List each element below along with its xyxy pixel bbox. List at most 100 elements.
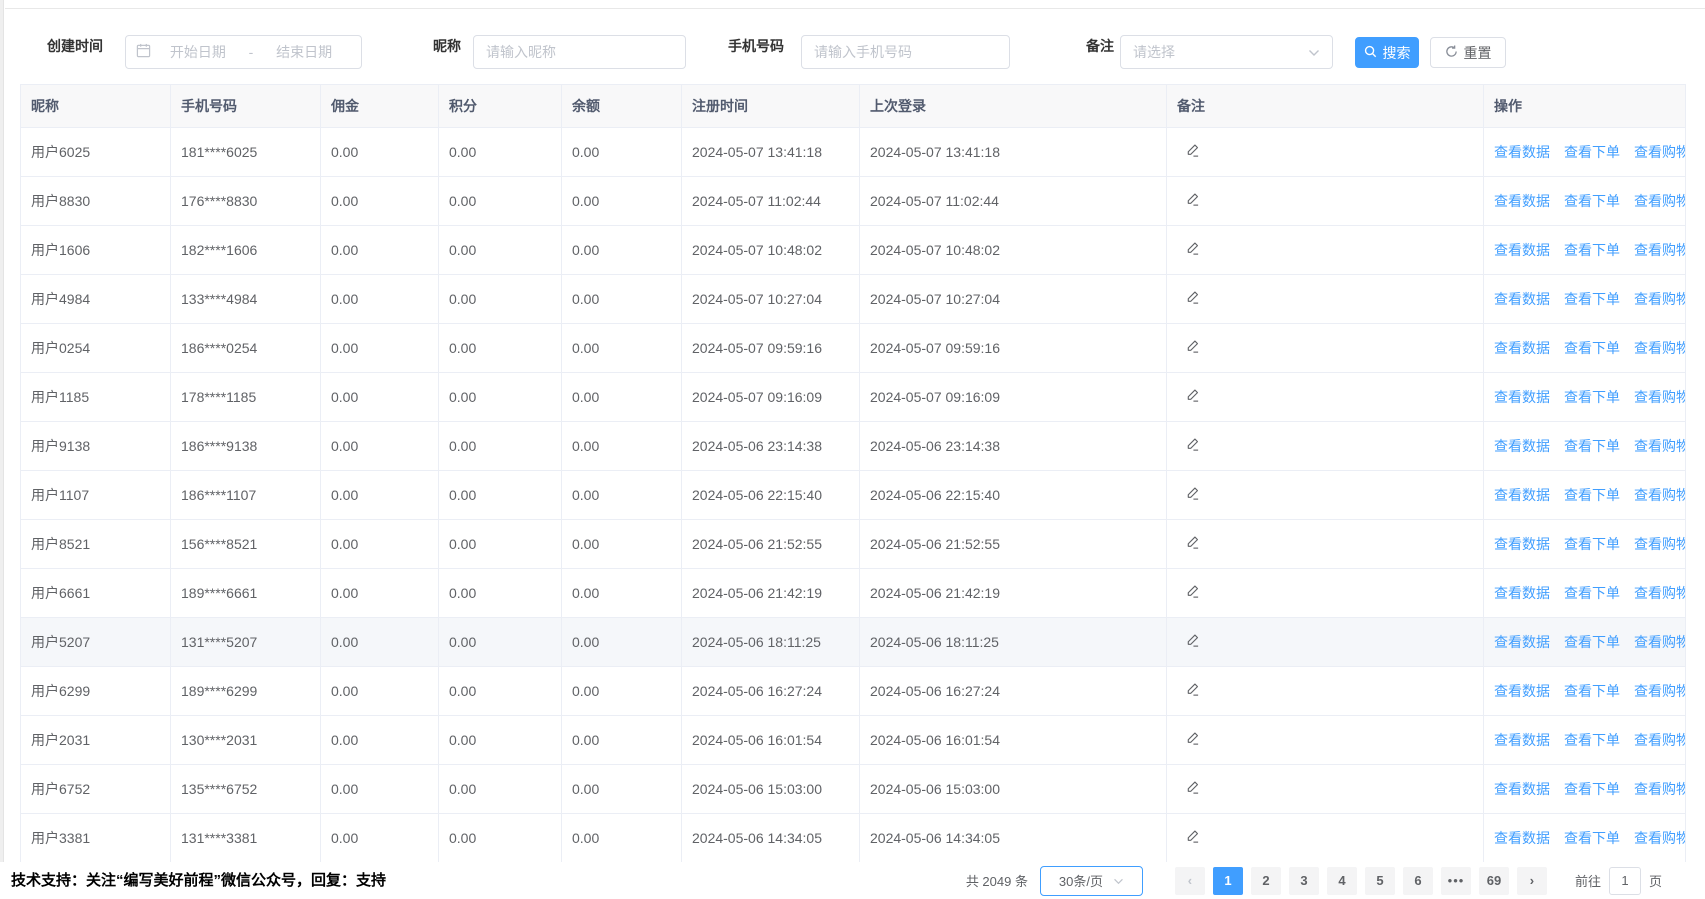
view-orders-link[interactable]: 查看下单 [1564, 781, 1620, 797]
view-orders-link[interactable]: 查看下单 [1564, 732, 1620, 748]
cell-last-login: 2024-05-06 22:15:40 [860, 471, 1167, 520]
nickname-input[interactable] [474, 36, 685, 68]
view-cart-link[interactable]: 查看购物车 [1634, 683, 1686, 699]
view-data-link[interactable]: 查看数据 [1494, 389, 1550, 405]
cell-phone: 135****6752 [171, 765, 321, 814]
view-cart-link[interactable]: 查看购物车 [1634, 536, 1686, 552]
page-number-button[interactable]: 6 [1403, 867, 1433, 895]
view-data-link[interactable]: 查看数据 [1494, 340, 1550, 356]
page-size-select[interactable]: 30条/页 [1040, 866, 1143, 896]
view-cart-link[interactable]: 查看购物车 [1634, 487, 1686, 503]
view-data-link[interactable]: 查看数据 [1494, 830, 1550, 846]
page-number-button[interactable]: 1 [1213, 867, 1243, 895]
view-cart-link[interactable]: 查看购物车 [1634, 830, 1686, 846]
edit-remark-pencil-icon[interactable] [1185, 682, 1200, 700]
goto-page-input[interactable] [1609, 867, 1641, 895]
view-data-link[interactable]: 查看数据 [1494, 634, 1550, 650]
cell-register-time: 2024-05-06 22:15:40 [682, 471, 860, 520]
view-orders-link[interactable]: 查看下单 [1564, 389, 1620, 405]
page-number-button[interactable]: 3 [1289, 867, 1319, 895]
goto-label: 前往 [1575, 871, 1601, 890]
view-cart-link[interactable]: 查看购物车 [1634, 585, 1686, 601]
page-number-button[interactable]: 5 [1365, 867, 1395, 895]
view-orders-link[interactable]: 查看下单 [1564, 830, 1620, 846]
edit-remark-pencil-icon[interactable] [1185, 584, 1200, 602]
view-data-link[interactable]: 查看数据 [1494, 732, 1550, 748]
table-row: 用户8521 156****8521 0.00 0.00 0.00 2024-0… [21, 520, 1686, 569]
start-date-placeholder[interactable]: 开始日期 [151, 42, 245, 62]
view-orders-link[interactable]: 查看下单 [1564, 193, 1620, 209]
view-data-link[interactable]: 查看数据 [1494, 536, 1550, 552]
view-data-link[interactable]: 查看数据 [1494, 683, 1550, 699]
view-data-link[interactable]: 查看数据 [1494, 291, 1550, 307]
create-time-range-picker[interactable]: 开始日期 - 结束日期 [125, 35, 362, 69]
view-data-link[interactable]: 查看数据 [1494, 781, 1550, 797]
edit-remark-pencil-icon[interactable] [1185, 143, 1200, 161]
view-orders-link[interactable]: 查看下单 [1564, 585, 1620, 601]
view-orders-link[interactable]: 查看下单 [1564, 487, 1620, 503]
search-button[interactable]: 搜索 [1355, 37, 1419, 68]
cell-balance: 0.00 [562, 618, 682, 667]
view-orders-link[interactable]: 查看下单 [1564, 242, 1620, 258]
end-date-placeholder[interactable]: 结束日期 [257, 42, 351, 62]
create-time-label: 创建时间 [47, 8, 103, 84]
table-row: 用户1606 182****1606 0.00 0.00 0.00 2024-0… [21, 226, 1686, 275]
edit-remark-pencil-icon[interactable] [1185, 780, 1200, 798]
view-data-link[interactable]: 查看数据 [1494, 193, 1550, 209]
reset-button[interactable]: 重置 [1430, 37, 1506, 68]
view-cart-link[interactable]: 查看购物车 [1634, 193, 1686, 209]
user-table-body: 用户6025 181****6025 0.00 0.00 0.00 2024-0… [21, 128, 1686, 863]
remark-select[interactable]: 请选择 [1120, 35, 1333, 69]
view-cart-link[interactable]: 查看购物车 [1634, 291, 1686, 307]
view-orders-link[interactable]: 查看下单 [1564, 683, 1620, 699]
view-cart-link[interactable]: 查看购物车 [1634, 781, 1686, 797]
cell-nickname: 用户6752 [21, 765, 171, 814]
edit-remark-pencil-icon[interactable] [1185, 241, 1200, 259]
calendar-icon [136, 43, 151, 61]
cell-points: 0.00 [439, 128, 562, 177]
cell-remark [1167, 716, 1484, 765]
cell-last-login: 2024-05-06 18:11:25 [860, 618, 1167, 667]
edit-remark-pencil-icon[interactable] [1185, 437, 1200, 455]
view-cart-link[interactable]: 查看购物车 [1634, 389, 1686, 405]
edit-remark-pencil-icon[interactable] [1185, 290, 1200, 308]
view-orders-link[interactable]: 查看下单 [1564, 438, 1620, 454]
view-cart-link[interactable]: 查看购物车 [1634, 438, 1686, 454]
view-orders-link[interactable]: 查看下单 [1564, 291, 1620, 307]
view-orders-link[interactable]: 查看下单 [1564, 144, 1620, 160]
view-data-link[interactable]: 查看数据 [1494, 585, 1550, 601]
edit-remark-pencil-icon[interactable] [1185, 633, 1200, 651]
edit-remark-pencil-icon[interactable] [1185, 535, 1200, 553]
next-page-button[interactable]: › [1517, 867, 1547, 895]
edit-remark-pencil-icon[interactable] [1185, 388, 1200, 406]
actions-cell: 查看数据查看下单查看购物车 [1484, 667, 1686, 716]
view-data-link[interactable]: 查看数据 [1494, 242, 1550, 258]
prev-page-button[interactable]: ‹ [1175, 867, 1205, 895]
edit-remark-pencil-icon[interactable] [1185, 486, 1200, 504]
view-cart-link[interactable]: 查看购物车 [1634, 242, 1686, 258]
view-cart-link[interactable]: 查看购物车 [1634, 340, 1686, 356]
edit-remark-pencil-icon[interactable] [1185, 192, 1200, 210]
view-data-link[interactable]: 查看数据 [1494, 487, 1550, 503]
cell-points: 0.00 [439, 275, 562, 324]
edit-remark-pencil-icon[interactable] [1185, 829, 1200, 847]
cell-register-time: 2024-05-06 21:52:55 [682, 520, 860, 569]
view-cart-link[interactable]: 查看购物车 [1634, 732, 1686, 748]
view-data-link[interactable]: 查看数据 [1494, 438, 1550, 454]
page-number-button[interactable]: 4 [1327, 867, 1357, 895]
view-data-link[interactable]: 查看数据 [1494, 144, 1550, 160]
more-pages-button[interactable]: ••• [1441, 867, 1471, 895]
edit-remark-pencil-icon[interactable] [1185, 339, 1200, 357]
page-number-button[interactable]: 69 [1479, 867, 1509, 895]
phone-input-wrap [801, 35, 1010, 69]
view-cart-link[interactable]: 查看购物车 [1634, 634, 1686, 650]
view-orders-link[interactable]: 查看下单 [1564, 634, 1620, 650]
phone-input[interactable] [802, 36, 1009, 68]
view-cart-link[interactable]: 查看购物车 [1634, 144, 1686, 160]
view-orders-link[interactable]: 查看下单 [1564, 340, 1620, 356]
nickname-input-wrap [473, 35, 686, 69]
view-orders-link[interactable]: 查看下单 [1564, 536, 1620, 552]
edit-remark-pencil-icon[interactable] [1185, 731, 1200, 749]
page-number-button[interactable]: 2 [1251, 867, 1281, 895]
cell-phone: 131****3381 [171, 814, 321, 863]
